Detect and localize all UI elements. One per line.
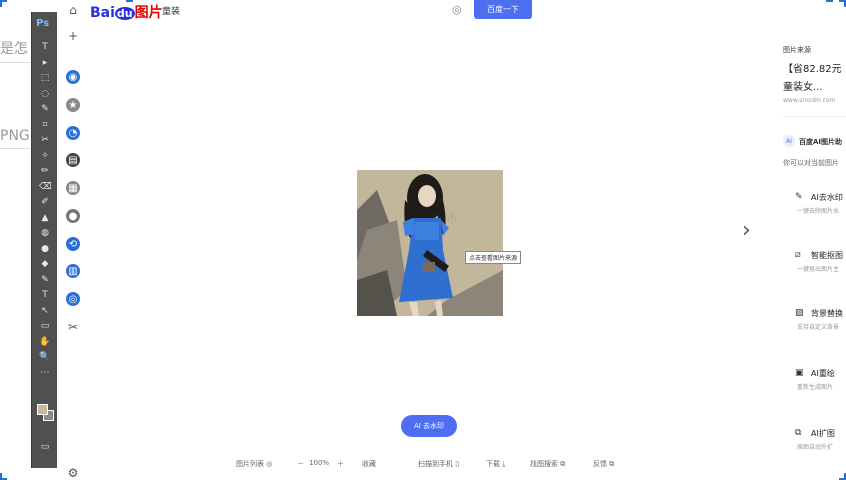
left-snippet-2: PNG <box>0 128 30 144</box>
app-icon-9[interactable]: ◎ <box>66 292 80 306</box>
photoshop-tool-14-icon[interactable]: ◆ <box>39 259 51 269</box>
similar-search-button[interactable]: 找图搜索 ⧉ <box>530 459 565 469</box>
photoshop-tool-3-icon[interactable]: ◌ <box>39 89 51 99</box>
photoshop-tool-8-icon[interactable]: ✏ <box>39 166 51 176</box>
left-divider-1 <box>0 62 30 63</box>
photoshop-tool-7-icon[interactable]: ✧ <box>39 151 51 161</box>
photoshop-tool-6-icon[interactable]: ✂ <box>39 135 51 145</box>
ai-tool-icon: ✎ <box>795 192 803 202</box>
ai-tool-name: AI扩图 <box>811 429 835 438</box>
baidu-logo[interactable]: Bai du 图片 <box>90 2 163 21</box>
side-rail: ⌂ + ◉ ★ ◔ ▤ ▦ ● ⟲ ▥ ◎ ✂ ⚙ <box>60 0 84 480</box>
camera-icon[interactable]: ◎ <box>452 3 462 16</box>
left-snippet-1: 是怎 <box>0 41 28 57</box>
photoshop-tool-15-icon[interactable]: ✎ <box>39 275 51 285</box>
zoom-out-button[interactable]: － <box>297 459 304 469</box>
ai-tool-description: 原图自动外扩 <box>797 444 834 451</box>
photoshop-tool-17-icon[interactable]: ↖ <box>39 306 51 316</box>
app-icon-4[interactable]: ▤ <box>66 153 80 167</box>
add-icon[interactable]: + <box>66 29 80 43</box>
right-info-panel: 图片来源 【省82.82元 童装女... www.smzdm.com AI 百度… <box>783 0 846 480</box>
main-image-illustration <box>357 170 503 316</box>
photoshop-tool-1-icon[interactable]: ▸ <box>39 58 51 68</box>
ai-tool-description: 一键去除图片水 <box>797 208 840 215</box>
corner-marker-tl-v <box>0 0 2 7</box>
ai-assistant-subtitle: 你可以对当前图片 <box>783 159 839 167</box>
photoshop-tool-9-icon[interactable]: ⌫ <box>39 182 52 192</box>
ai-tool-icon: ⧉ <box>795 428 802 438</box>
feedback-button[interactable]: 反馈 ⧉ <box>593 459 614 469</box>
photoshop-tool-16-icon[interactable]: T <box>39 290 51 300</box>
left-divider-2 <box>0 148 30 149</box>
photoshop-tool-20-icon[interactable]: 🔍 <box>39 352 51 362</box>
photoshop-tool-11-icon[interactable]: ▲ <box>39 213 51 223</box>
download-button[interactable]: 下载 ⤓ <box>486 459 505 469</box>
favorite-button[interactable]: 收藏 <box>362 459 376 469</box>
foreground-color-swatch[interactable] <box>37 404 48 415</box>
app-icon-5[interactable]: ▦ <box>66 181 80 195</box>
app-icon-3[interactable]: ◔ <box>66 126 80 140</box>
photoshop-tool-10-icon[interactable]: ✐ <box>39 197 51 207</box>
ai-tool-name: 背景替换 <box>811 309 843 318</box>
ai-tool-name: 智能抠图 <box>811 251 843 260</box>
photoshop-tool-13-icon[interactable]: ● <box>39 244 51 254</box>
app-icon-1[interactable]: ◉ <box>66 70 80 84</box>
ai-assistant-heading: 百度AI图片助 <box>799 138 843 146</box>
logo-bai: Bai <box>90 5 115 21</box>
ai-tool-icon: ▨ <box>795 308 804 318</box>
app-icon-6[interactable]: ● <box>66 209 80 223</box>
image-list-button[interactable]: 图片列表 ◎ <box>236 459 272 469</box>
photoshop-logo: Ps <box>36 18 50 29</box>
source-title-line1[interactable]: 【省82.82元 <box>783 60 842 75</box>
ai-tool-description: 一键抠出图片主 <box>797 266 840 273</box>
home-icon[interactable]: ⌂ <box>66 3 80 17</box>
bottom-toolbar: 图片列表 ◎ － 100% ＋ 收藏 扫描到手机 ▯ 下载 ⤓ 找图搜索 ⧉ 反… <box>0 456 846 472</box>
image-source-tooltip: 点击查看图片来源 <box>465 251 522 264</box>
ai-tool-name: AI去水印 <box>811 193 843 202</box>
photoshop-tool-0-icon[interactable]: T <box>39 42 51 52</box>
scissors-icon[interactable]: ✂ <box>66 320 80 334</box>
logo-suffix: 图片 <box>134 5 163 21</box>
panel-divider <box>783 116 846 117</box>
photoshop-tool-21-icon[interactable]: ⋯ <box>39 368 51 378</box>
screen: 是怎 PNG Ps T ▸ ⬚ ◌ ✎ ⌗ ✂ ✧ ✏ ⌫ ✐ ▲ ◍ ● ◆ ✎ T ↖ ▭ ✋ 🔍 ⋯ ▭ ⌂ + ◉ ★ ◔… <box>0 0 846 480</box>
search-query[interactable]: 童装 <box>162 4 180 17</box>
scan-to-phone-button[interactable]: 扫描到手机 ▯ <box>418 459 459 469</box>
next-image-arrow[interactable]: › <box>742 218 751 243</box>
ai-tool-icon: ▣ <box>795 368 804 378</box>
screen-mode-icon[interactable]: ▭ <box>39 442 51 452</box>
logo-du: du <box>114 7 135 20</box>
photoshop-tool-4-icon[interactable]: ✎ <box>39 104 51 114</box>
main-image[interactable] <box>357 170 503 316</box>
ai-assistant-icon: AI <box>783 135 795 147</box>
photoshop-tool-2-icon[interactable]: ⬚ <box>39 73 51 83</box>
search-button[interactable]: 百度一下 <box>474 0 532 19</box>
photoshop-tool-18-icon[interactable]: ▭ <box>39 321 51 331</box>
app-icon-8[interactable]: ▥ <box>66 264 80 278</box>
ai-tool-description: 支持自定义背景 <box>797 324 840 331</box>
zoom-in-button[interactable]: ＋ <box>337 459 344 469</box>
app-icon-2[interactable]: ★ <box>66 98 80 112</box>
ai-tool-description: 重新生成图片 <box>797 384 834 391</box>
source-title-line2[interactable]: 童装女... <box>783 78 823 93</box>
source-label: 图片来源 <box>783 46 811 54</box>
photoshop-tool-5-icon[interactable]: ⌗ <box>39 120 51 130</box>
ai-watermark-removal-button[interactable]: AI 去水印 <box>401 415 457 437</box>
photoshop-toolbar[interactable]: Ps T ▸ ⬚ ◌ ✎ ⌗ ✂ ✧ ✏ ⌫ ✐ ▲ ◍ ● ◆ ✎ T ↖ ▭ ✋ 🔍 ⋯ ▭ <box>31 12 57 468</box>
zoom-level: 100% <box>309 459 330 467</box>
ai-tool-name: AI重绘 <box>811 369 835 378</box>
ai-tool-icon: ⧄ <box>795 250 801 260</box>
photoshop-tool-19-icon[interactable]: ✋ <box>39 337 51 347</box>
photoshop-tool-12-icon[interactable]: ◍ <box>39 228 51 238</box>
hand-cursor-icon: ☝ <box>448 211 456 226</box>
source-url[interactable]: www.smzdm.com <box>783 97 836 104</box>
app-icon-7[interactable]: ⟲ <box>66 237 80 251</box>
corner-marker-bl-v <box>0 473 2 480</box>
